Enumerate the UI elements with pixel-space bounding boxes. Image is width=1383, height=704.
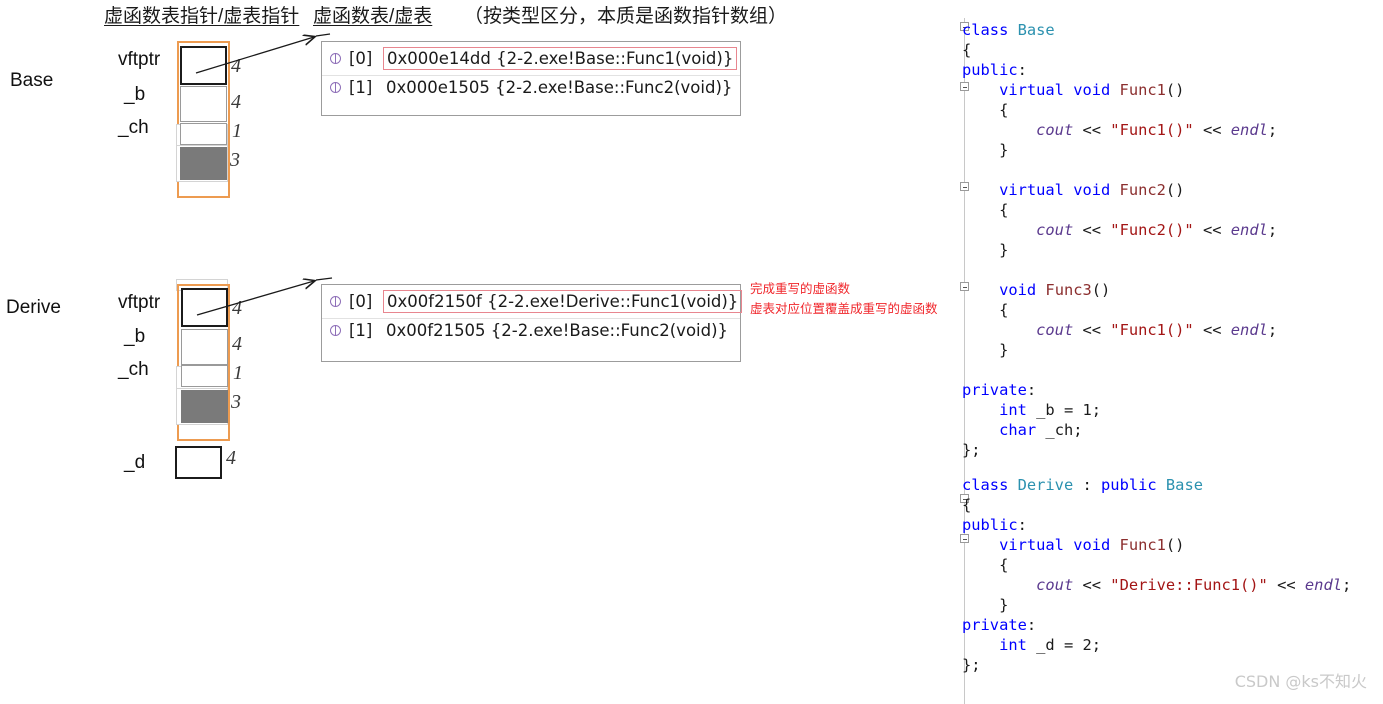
- vtable-value: 0x000e14dd {2-2.exe!Base::Func1(void)}: [383, 47, 738, 70]
- size-mark-derive-ch: 1: [233, 362, 243, 384]
- code-line: class Base: [962, 21, 1055, 39]
- code-line: virtual void Func1(): [999, 81, 1185, 99]
- vtable-row[interactable]: [0] 0x00f2150f {2-2.exe!Derive::Func1(vo…: [322, 287, 743, 316]
- heading-vftable-label: 虚函数表/虚表: [313, 6, 433, 27]
- code-line: class Derive : public Base: [962, 476, 1203, 494]
- code-line: virtual void Func2(): [999, 181, 1185, 199]
- object-cell-base-vftptr: [180, 46, 227, 85]
- object-cell-base-padding: [180, 147, 227, 180]
- vtable-index: [0]: [349, 292, 373, 311]
- size-mark-base-padding: 3: [230, 149, 240, 171]
- heading-vfptr-label: 虚函数表指针/虚表指针: [104, 6, 300, 27]
- heading-note: （按类型区分，本质是函数指针数组）: [464, 6, 788, 27]
- vtable-window-base[interactable]: [0] 0x000e14dd {2-2.exe!Base::Func1(void…: [321, 41, 741, 116]
- size-mark-derive-d: 4: [226, 447, 236, 469]
- class-label-derive: Derive: [6, 297, 61, 318]
- size-mark-base-vftptr: 4: [231, 55, 241, 77]
- vtable-value: 0x00f21505 {2-2.exe!Base::Func2(void)}: [386, 321, 729, 340]
- size-mark-base-ch: 1: [232, 120, 242, 142]
- member-label-base-ch: _ch: [118, 117, 149, 138]
- code-line: virtual void Func1(): [999, 536, 1185, 554]
- code-line: public:: [962, 61, 1027, 79]
- code-line: char _ch;: [999, 421, 1083, 439]
- field-icon: [328, 294, 344, 310]
- code-line: cout << "Derive::Func1()" << endl;: [1036, 576, 1352, 594]
- field-icon: [328, 80, 344, 96]
- object-cell-derive-padding: [181, 390, 228, 423]
- vtable-index: [1]: [349, 321, 373, 340]
- code-line: private:: [962, 616, 1037, 634]
- code-line: public:: [962, 516, 1027, 534]
- code-line: {: [962, 41, 972, 59]
- vtable-row[interactable]: [1] 0x00f21505 {2-2.exe!Base::Func2(void…: [322, 316, 740, 345]
- code-block-base[interactable]: class Base{public: virtual void Func1() …: [962, 20, 1277, 460]
- code-line: {: [962, 301, 1009, 319]
- watermark: CSDN @ks不知火: [1234, 672, 1367, 691]
- field-icon: [328, 323, 344, 339]
- code-line: }: [962, 341, 1009, 359]
- code-line: private:: [962, 381, 1037, 399]
- vtable-value: 0x00f2150f {2-2.exe!Derive::Func1(void)}: [383, 290, 743, 313]
- code-line: }: [962, 241, 1009, 259]
- code-line: };: [962, 441, 981, 459]
- object-cell-base-ch: [180, 123, 227, 145]
- code-line: }: [962, 596, 1009, 614]
- code-line: void Func3(): [999, 281, 1111, 299]
- code-line: {: [962, 101, 1009, 119]
- vtable-window-derive[interactable]: [0] 0x00f2150f {2-2.exe!Derive::Func1(vo…: [321, 284, 743, 362]
- member-label-base-vftptr: vftptr: [118, 49, 161, 70]
- vtable-row[interactable]: [1] 0x000e1505 {2-2.exe!Base::Func2(void…: [322, 73, 740, 102]
- size-mark-derive-b: 4: [232, 333, 242, 355]
- size-mark-derive-padding: 3: [231, 391, 241, 413]
- object-cell-derive-vftptr: [181, 288, 228, 327]
- code-line: {: [962, 201, 1009, 219]
- row-divider: [322, 75, 740, 76]
- code-line: int _b = 1;: [999, 401, 1102, 419]
- vtable-index: [0]: [349, 49, 373, 68]
- member-label-derive-d: _d: [124, 452, 146, 473]
- object-cell-derive-ch: [181, 365, 228, 387]
- member-label-derive-b: _b: [124, 326, 146, 347]
- vtable-row[interactable]: [0] 0x000e14dd {2-2.exe!Base::Func1(void…: [322, 44, 740, 73]
- size-mark-base-b: 4: [231, 91, 241, 113]
- row-divider: [322, 318, 740, 319]
- code-block-derive[interactable]: class Derive : public Base { public: virtu…: [962, 475, 1351, 675]
- code-panel: class Base{public: virtual void Func1() …: [950, 18, 1383, 704]
- code-line: cout << "Func2()" << endl;: [1036, 221, 1278, 239]
- member-label-derive-ch: _ch: [118, 359, 149, 380]
- object-cell-derive-b: [181, 329, 228, 365]
- object-cell-base-b: [180, 86, 227, 122]
- code-line: cout << "Func1()" << endl;: [1036, 321, 1278, 339]
- annotation-vtable-overwrite: 虚表对应位置覆盖成重写的虚函数: [750, 301, 938, 316]
- member-label-derive-vftptr: vftptr: [118, 292, 161, 313]
- size-mark-derive-vftptr: 4: [232, 297, 242, 319]
- code-line: }: [962, 141, 1009, 159]
- annotation-overridden-virtual: 完成重写的虚函数: [750, 281, 851, 296]
- member-label-base-b: _b: [124, 84, 146, 105]
- class-label-base: Base: [10, 70, 54, 91]
- diagram-heading-row: 虚函数表指针/虚表指针 虚函数表/虚表 （按类型区分，本质是函数指针数组）: [104, 5, 884, 33]
- code-line: {: [962, 556, 1009, 574]
- vtable-value: 0x000e1505 {2-2.exe!Base::Func2(void)}: [386, 78, 733, 97]
- field-icon: [328, 51, 344, 67]
- object-cell-derive-d: [175, 446, 222, 479]
- code-line: cout << "Func1()" << endl;: [1036, 121, 1278, 139]
- code-line: {: [962, 496, 972, 514]
- code-line: int _d = 2;: [999, 636, 1102, 654]
- vtable-index: [1]: [349, 78, 373, 97]
